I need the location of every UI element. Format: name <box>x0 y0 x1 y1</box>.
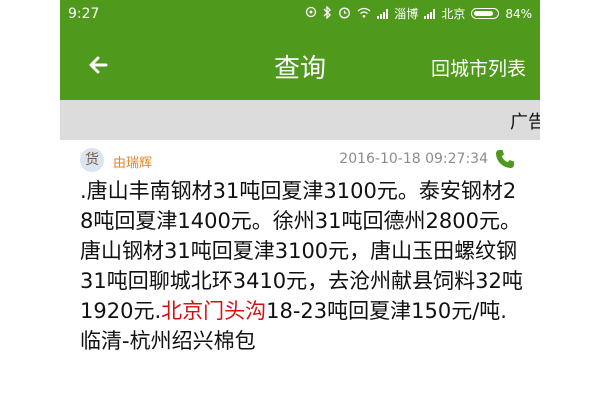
app-bar: 查询 回城市列表 <box>60 30 540 100</box>
hotspot-icon <box>305 6 317 21</box>
post-content: .唐山丰南钢材31吨回夏津3100元。泰安钢材28吨回夏津1400元。徐州31吨… <box>80 176 526 356</box>
status-icons: 淄博 北京 84% <box>305 4 532 22</box>
ad-banner[interactable]: 广告 <box>60 100 540 140</box>
wifi-icon <box>357 7 371 21</box>
post-timestamp: 2016-10-18 09:27:34 <box>339 151 488 167</box>
poster-name: 由瑞辉 <box>113 156 153 171</box>
carrier-2: 北京 <box>441 7 466 21</box>
signal-icon <box>377 8 389 19</box>
phone-screen: 9:27 淄博 北京 84% 查询 回城市列表 广告 货 由瑞辉 2016-10… <box>60 0 540 400</box>
city-list-button[interactable]: 回城市列表 <box>431 54 526 81</box>
avatar: 货 <box>80 148 104 172</box>
phone-icon <box>496 150 514 168</box>
carrier-1: 淄博 <box>394 7 419 21</box>
highlight-location: 北京门头沟 <box>161 299 267 323</box>
battery-level: 84% <box>505 6 532 21</box>
battery-icon <box>471 8 500 19</box>
status-bar: 9:27 淄博 北京 84% <box>60 0 540 30</box>
alarm-icon <box>338 6 351 22</box>
status-time: 9:27 <box>68 6 100 22</box>
call-button[interactable] <box>494 148 516 170</box>
bluetooth-icon <box>323 4 332 22</box>
signal-icon <box>424 8 436 19</box>
ad-text: 广告 <box>510 112 540 133</box>
